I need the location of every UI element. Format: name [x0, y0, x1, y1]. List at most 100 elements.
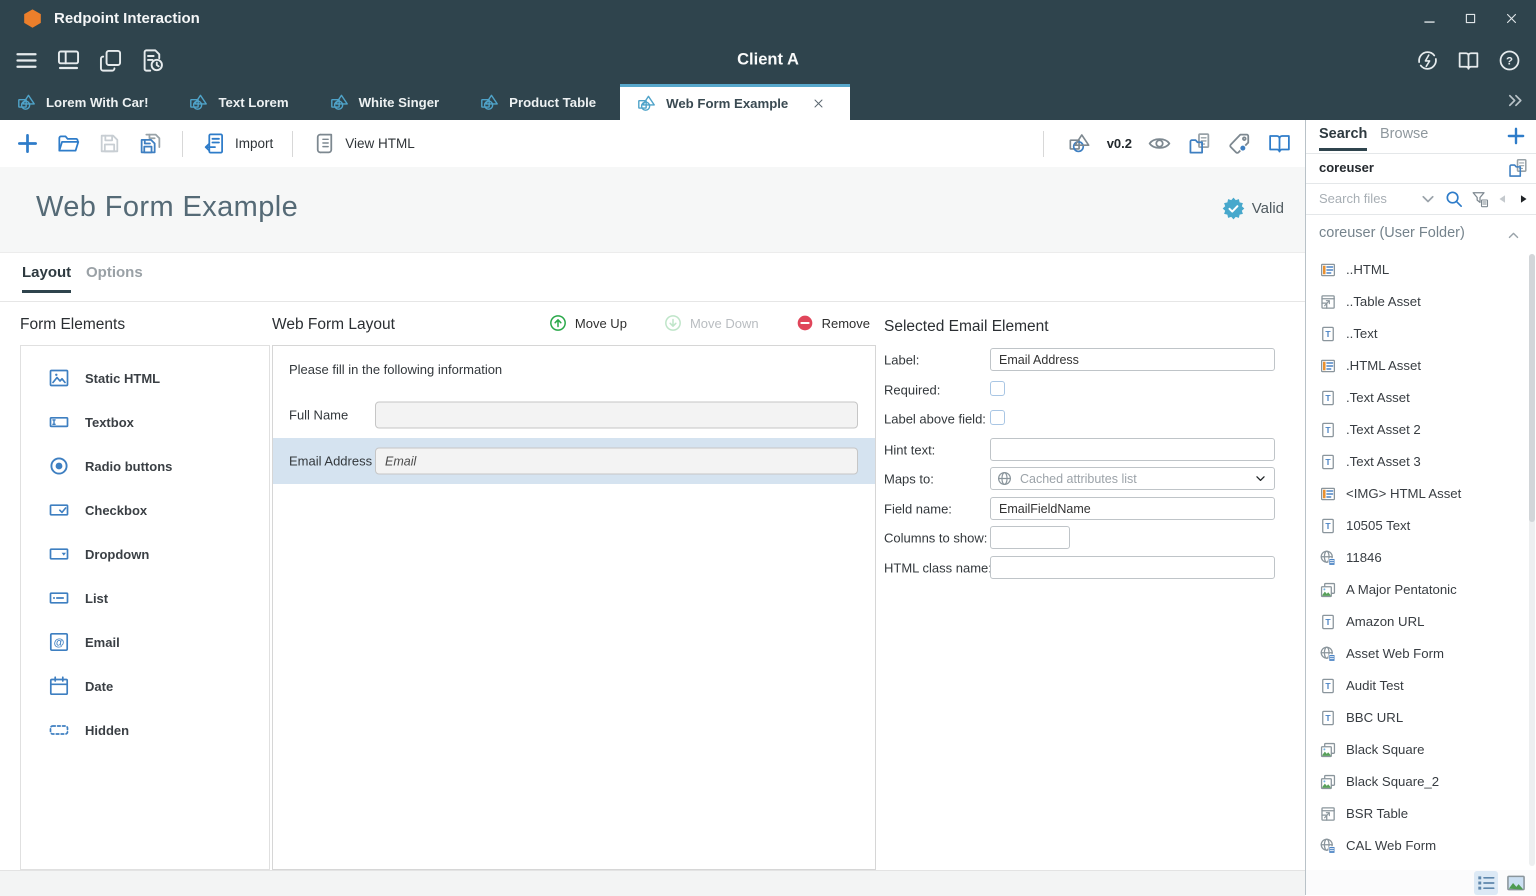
save-all-button[interactable] [133, 128, 168, 159]
tab-label: White Singer [359, 95, 440, 110]
eye-icon[interactable] [1147, 131, 1172, 156]
layout-field-email-address[interactable]: Email Address [273, 438, 875, 484]
file-item[interactable]: Black Square_2 [1306, 766, 1536, 798]
layout-field-input[interactable] [375, 448, 858, 475]
add-button[interactable] [10, 128, 45, 159]
label-above-checkbox[interactable] [990, 410, 1005, 425]
file-item[interactable]: TAmazon URL [1306, 606, 1536, 638]
chevron-down-icon[interactable] [1418, 189, 1438, 209]
app-toolbar: Client A ? [0, 36, 1536, 84]
next-arrow-icon[interactable] [1516, 192, 1530, 206]
file-item[interactable]: T..Text [1306, 318, 1536, 350]
tab-white-singer[interactable]: White Singer [313, 84, 464, 120]
layout-field-input[interactable] [375, 402, 858, 429]
file-item[interactable]: ..Table Asset [1306, 286, 1536, 318]
file-item[interactable]: TBBC URL [1306, 702, 1536, 734]
image-asset-icon [1319, 741, 1337, 759]
file-item[interactable]: <IMG> HTML Asset [1306, 478, 1536, 510]
hint-input[interactable] [990, 438, 1275, 461]
list-view-icon[interactable] [1474, 871, 1498, 895]
file-item[interactable]: T.Text Asset 2 [1306, 414, 1536, 446]
file-item[interactable]: Asset Web Form [1306, 638, 1536, 670]
radio-buttons-icon [47, 454, 71, 478]
move-up-button[interactable]: Move Up [542, 312, 633, 334]
chevron-up-icon[interactable] [1505, 227, 1522, 244]
copy-pages-icon[interactable] [97, 47, 124, 74]
form-element-hidden[interactable]: Hidden [21, 708, 269, 752]
maximize-icon[interactable] [1462, 10, 1479, 27]
label-input[interactable] [990, 348, 1275, 371]
file-item[interactable]: ..HTML [1306, 254, 1536, 286]
menu-icon[interactable] [13, 47, 40, 74]
tab-text-lorem[interactable]: Text Lorem [172, 84, 312, 120]
search-icon[interactable] [1444, 189, 1464, 209]
folder-header[interactable]: coreuser (User Folder) [1306, 214, 1536, 254]
file-item[interactable]: 11846 [1306, 542, 1536, 574]
folder-document-icon[interactable] [1187, 131, 1212, 156]
tab-web-form-example[interactable]: Web Form Example [620, 84, 850, 120]
form-element-email[interactable]: @Email [21, 620, 269, 664]
asset-shapes-icon [16, 92, 37, 113]
file-item[interactable]: T.Text Asset [1306, 382, 1536, 414]
minimize-icon[interactable] [1421, 10, 1438, 27]
help-icon[interactable]: ? [1497, 48, 1522, 73]
tab-layout[interactable]: Layout [22, 264, 71, 293]
folder-document-icon[interactable] [1507, 157, 1529, 179]
text-asset-icon: T [1319, 613, 1337, 631]
remove-icon [795, 313, 815, 333]
dropdown-icon [47, 542, 71, 566]
maps-to-select[interactable]: Cached attributes list [990, 467, 1275, 490]
form-intro-text: Please fill in the following information [289, 362, 502, 377]
chevron-double-right-icon[interactable] [1505, 90, 1526, 111]
form-element-dropdown[interactable]: Dropdown [21, 532, 269, 576]
remove-button[interactable]: Remove [789, 312, 876, 334]
sidebar-tab-search[interactable]: Search [1319, 126, 1367, 151]
tab-product-table[interactable]: Product Table [463, 84, 620, 120]
view-html-button[interactable]: View HTML [307, 128, 420, 159]
close-icon[interactable] [811, 96, 826, 111]
book-icon[interactable] [1456, 48, 1481, 73]
file-item[interactable]: .HTML Asset [1306, 350, 1536, 382]
search-query-value[interactable]: coreuser [1319, 160, 1374, 175]
tab-options[interactable]: Options [86, 264, 143, 281]
close-icon[interactable] [1503, 10, 1520, 27]
label-row: Label: [884, 348, 1305, 371]
open-folder-button[interactable] [51, 128, 86, 159]
file-item[interactable]: TAudit Test [1306, 670, 1536, 702]
form-element-static-html[interactable]: Static HTML [21, 356, 269, 400]
prev-arrow-icon[interactable] [1496, 192, 1510, 206]
checkbox-icon [47, 498, 71, 522]
email-icon: @ [47, 630, 71, 654]
tag-icon[interactable] [1227, 131, 1252, 156]
open-book-icon[interactable] [1267, 131, 1292, 156]
thumbnail-view-icon[interactable] [1504, 871, 1528, 895]
save-button[interactable] [92, 128, 127, 159]
file-item[interactable]: T.Text Asset 3 [1306, 446, 1536, 478]
add-icon[interactable] [1505, 125, 1527, 147]
form-element-list[interactable]: List [21, 576, 269, 620]
sidebar-tab-browse[interactable]: Browse [1380, 126, 1428, 142]
required-checkbox[interactable] [990, 381, 1005, 396]
file-item[interactable]: T10505 Text [1306, 510, 1536, 542]
layout-field-full-name[interactable]: Full Name [273, 392, 875, 438]
import-button[interactable]: Import [197, 128, 278, 159]
form-element-date[interactable]: Date [21, 664, 269, 708]
panels-icon[interactable] [55, 47, 82, 74]
search-files-input[interactable]: Search files [1319, 191, 1387, 206]
sync-icon[interactable] [1415, 48, 1440, 73]
form-element-checkbox[interactable]: Checkbox [21, 488, 269, 532]
filter-results-icon[interactable] [1470, 189, 1490, 209]
file-item[interactable]: Black Square [1306, 734, 1536, 766]
form-element-radio-buttons[interactable]: Radio buttons [21, 444, 269, 488]
recent-document-icon[interactable] [139, 47, 166, 74]
scrollbar-thumb[interactable] [1529, 254, 1535, 522]
file-item[interactable]: BSR Table [1306, 798, 1536, 830]
field-name-input[interactable] [990, 497, 1275, 520]
date-icon [47, 674, 71, 698]
tab-lorem-with-car-[interactable]: Lorem With Car! [0, 84, 172, 120]
form-element-textbox[interactable]: Textbox [21, 400, 269, 444]
file-item[interactable]: CAL Web Form [1306, 830, 1536, 862]
file-item[interactable]: A Major Pentatonic [1306, 574, 1536, 606]
columns-input[interactable] [990, 526, 1070, 549]
html-class-input[interactable] [990, 556, 1275, 579]
